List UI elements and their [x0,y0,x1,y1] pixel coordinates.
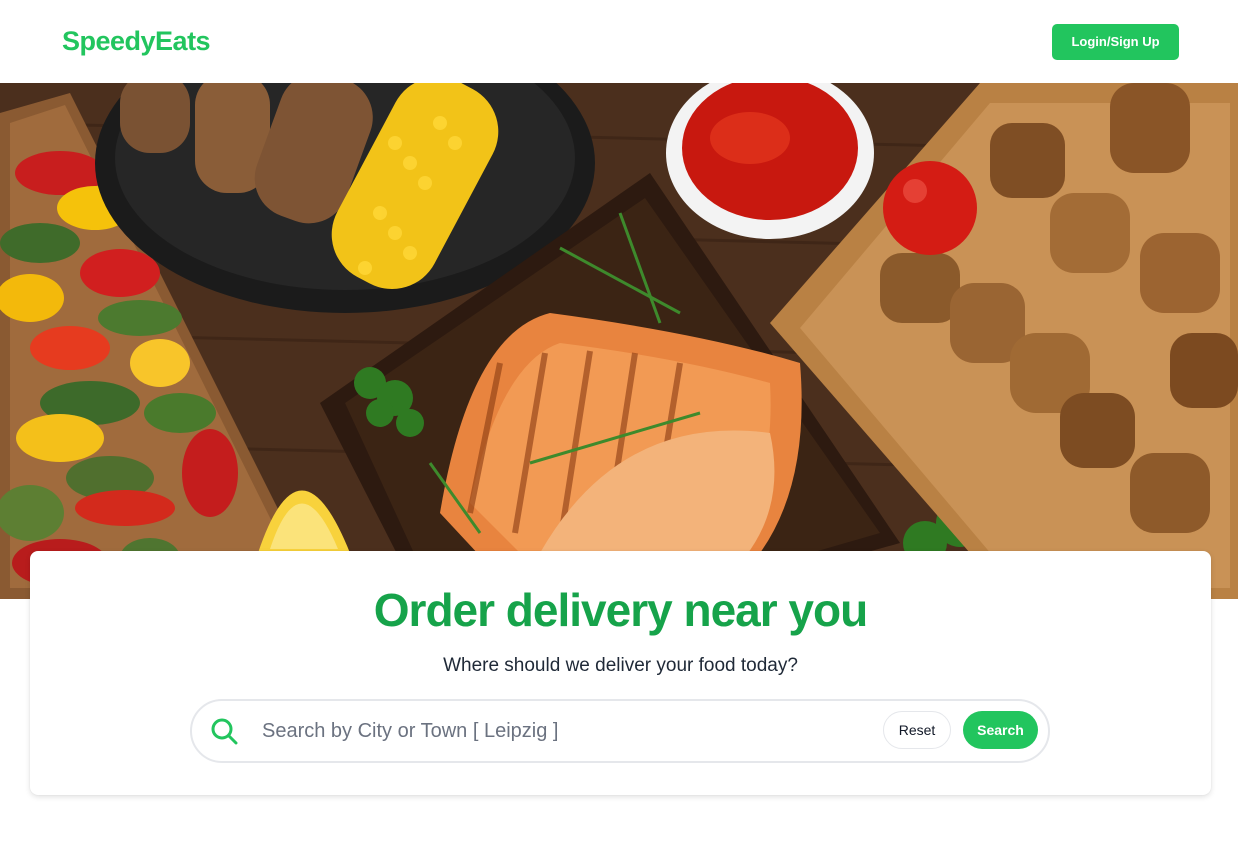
search-icon [210,717,238,745]
tomato [883,161,977,255]
page-subtitle: Where should we deliver your food today? [443,655,798,676]
search-bar: Reset Search [190,699,1050,763]
login-signup-button[interactable]: Login/Sign Up [1052,23,1179,60]
brand-logo[interactable]: SpeedyEats [62,26,211,57]
site-header: SpeedyEats Login/Sign Up [0,0,1238,83]
search-card: Order delivery near you Where should we … [30,551,1211,795]
hero-food-illustration [0,83,1238,599]
search-button[interactable]: Search [963,711,1038,749]
search-input[interactable] [262,711,862,751]
reset-button[interactable]: Reset [883,711,951,749]
hero-image [0,83,1238,599]
page-title: Order delivery near you [373,584,868,636]
